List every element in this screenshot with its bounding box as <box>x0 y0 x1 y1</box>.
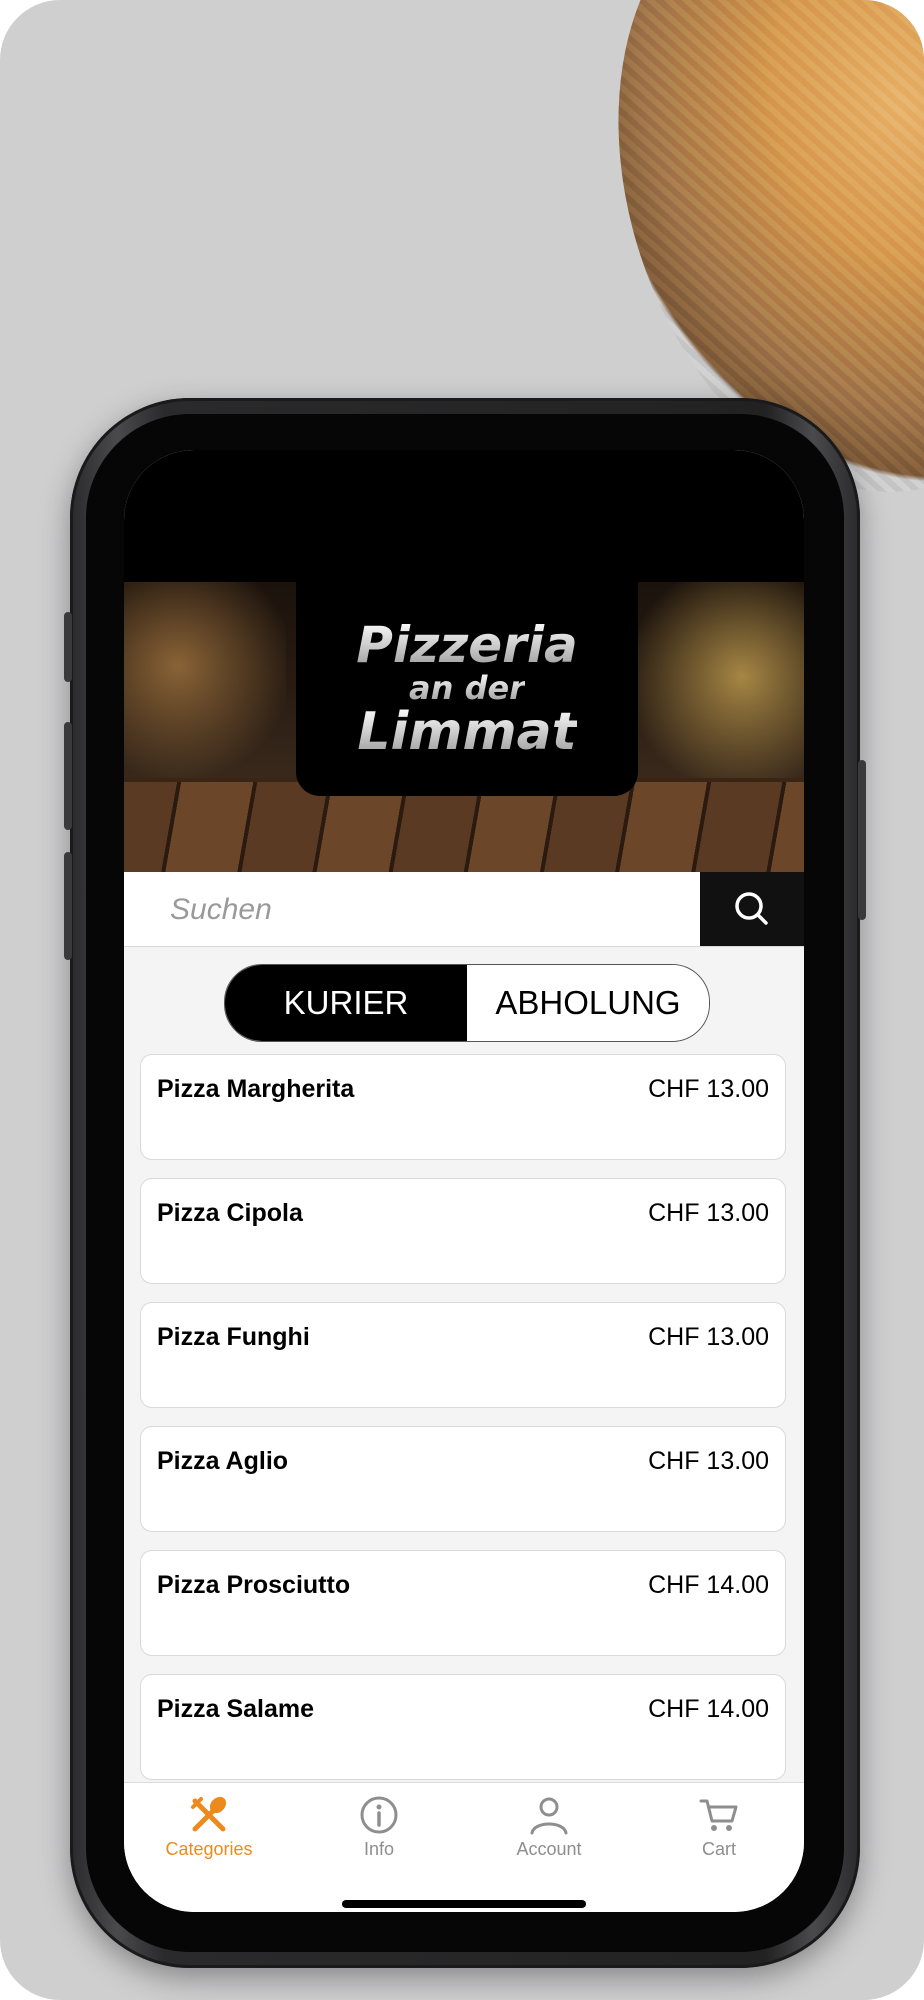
menu-item-name: Pizza Margherita <box>157 1075 355 1103</box>
menu-item-price: CHF 14.00 <box>648 1695 769 1723</box>
menu-item-name: Pizza Funghi <box>157 1323 310 1351</box>
home-indicator <box>342 1900 586 1908</box>
toggle-abholung[interactable]: ABHOLUNG <box>467 965 709 1041</box>
tab-account[interactable]: Account <box>464 1783 634 1912</box>
menu-item[interactable]: Pizza Salame CHF 14.00 <box>140 1674 786 1780</box>
menu-item-name: Pizza Prosciutto <box>157 1571 351 1599</box>
menu-item-name: Pizza Salame <box>157 1695 315 1723</box>
cart-icon <box>699 1799 738 1831</box>
order-mode-toggle: KURIER ABHOLUNG <box>224 964 710 1042</box>
brand-line-2: an der <box>409 669 525 707</box>
promo-canvas: Pizzeria an der Limmat KURIER ABHOLUNG P… <box>0 0 924 2000</box>
menu-item[interactable]: Pizza Cipola CHF 13.00 <box>140 1178 786 1284</box>
menu-item[interactable]: Pizza Prosciutto CHF 14.00 <box>140 1550 786 1656</box>
power-button <box>858 760 866 920</box>
brand-logo: Pizzeria an der Limmat <box>296 582 638 796</box>
tab-label: Account <box>516 1839 582 1859</box>
tab-label: Info <box>363 1839 395 1859</box>
tab-info[interactable]: Info <box>294 1783 464 1912</box>
menu-item-price: CHF 13.00 <box>648 1447 769 1475</box>
info-icon <box>360 1796 398 1834</box>
menu-item-price: CHF 13.00 <box>648 1323 769 1351</box>
brand-line-3: Limmat <box>357 702 577 762</box>
tab-cart[interactable]: Cart <box>634 1783 804 1912</box>
menu-item[interactable]: Pizza Funghi CHF 13.00 <box>140 1302 786 1408</box>
app-screen: Pizzeria an der Limmat KURIER ABHOLUNG P… <box>124 450 804 1912</box>
search-bar <box>124 872 804 948</box>
menu-item-price: CHF 13.00 <box>648 1199 769 1227</box>
mute-switch <box>64 612 72 682</box>
tab-label: Categories <box>165 1839 253 1859</box>
volume-down-button <box>64 852 72 960</box>
bottom-tab-bar: Categories Info Account Cart <box>124 1782 804 1912</box>
menu-item[interactable]: Pizza Aglio CHF 13.00 <box>140 1426 786 1532</box>
menu-list: Pizza Margherita CHF 13.00 Pizza Cipola … <box>140 1054 786 1798</box>
search-button[interactable] <box>700 872 804 946</box>
toggle-kurier[interactable]: KURIER <box>225 965 467 1041</box>
tab-categories[interactable]: Categories <box>124 1783 294 1912</box>
search-icon <box>735 892 768 925</box>
status-bar <box>124 450 804 582</box>
menu-item-price: CHF 13.00 <box>648 1075 769 1103</box>
menu-item-price: CHF 14.00 <box>648 1571 769 1599</box>
menu-item-name: Pizza Aglio <box>157 1447 289 1475</box>
menu-item[interactable]: Pizza Margherita CHF 13.00 <box>140 1054 786 1160</box>
menu-item-name: Pizza Cipola <box>157 1199 303 1227</box>
brand-line-1: Pizzeria <box>356 616 578 674</box>
user-icon <box>530 1797 568 1835</box>
search-input[interactable] <box>168 872 692 948</box>
tab-label: Cart <box>701 1839 736 1859</box>
hero-banner: Pizzeria an der Limmat <box>124 582 804 872</box>
utensils-icon <box>191 1796 227 1832</box>
volume-up-button <box>64 722 72 830</box>
